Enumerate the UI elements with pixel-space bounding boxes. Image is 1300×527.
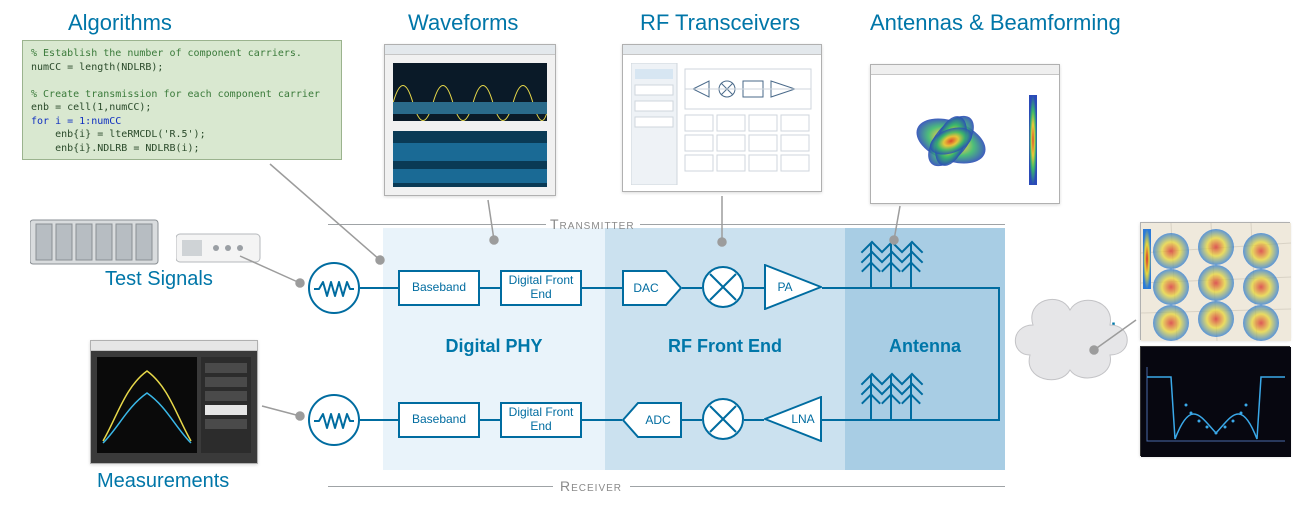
- wire: [360, 419, 398, 421]
- cloud-icon: [1005, 270, 1135, 400]
- mixer-tx-x: [702, 266, 744, 308]
- block-rx-adc: ADC: [622, 402, 682, 443]
- antenna-rx-1: [870, 376, 872, 420]
- block-rx-lna: LNA: [764, 396, 822, 447]
- thumb-hw-chassis: [30, 212, 164, 273]
- code-line: enb = cell(1,numCC);: [31, 102, 151, 113]
- label-receiver: Receiver: [560, 478, 622, 494]
- code-line: % Establish the number of component carr…: [31, 48, 302, 59]
- label-antenna: Antenna: [845, 336, 1005, 357]
- thumb-antenna-pattern: [870, 64, 1060, 204]
- heading-algorithms: Algorithms: [68, 10, 172, 36]
- wire: [870, 287, 1000, 289]
- thumb-waveforms: [384, 44, 556, 196]
- code-line: enb{i}.NDLRB = NDLRB(i);: [31, 143, 200, 154]
- block-tx-pa: PA: [764, 264, 822, 315]
- rule-tx-right: [640, 224, 1005, 225]
- thumb-channel-spectrum: [1140, 346, 1290, 456]
- wire: [822, 419, 870, 421]
- spring-icon-tx: [313, 280, 355, 298]
- label-tx-dac: DAC: [622, 270, 670, 306]
- heading-waveforms: Waveforms: [408, 10, 518, 36]
- heading-measurements: Measurements: [97, 470, 229, 493]
- block-rx-baseband: Baseband: [398, 402, 480, 438]
- wire: [682, 419, 702, 421]
- antenna-tx-2: [890, 244, 892, 288]
- wire: [682, 287, 702, 289]
- wire: [582, 287, 622, 289]
- mixer-rx-x: [702, 398, 744, 440]
- antenna-rx-2: [890, 376, 892, 420]
- antenna-tx-3: [910, 244, 912, 288]
- label-transmitter: Transmitter: [550, 216, 635, 232]
- block-tx-baseband: Baseband: [398, 270, 480, 306]
- thumb-hw-box: [176, 232, 262, 271]
- wire: [360, 287, 398, 289]
- wire: [822, 287, 870, 289]
- label-rf-front-end: RF Front End: [605, 336, 845, 357]
- block-tx-dfe: Digital Front End: [500, 270, 582, 306]
- antenna-tx-1: [870, 244, 872, 288]
- wire: [744, 419, 764, 421]
- thumb-algorithms-code: % Establish the number of component carr…: [22, 40, 342, 160]
- label-rx-adc: ADC: [634, 402, 682, 438]
- thumb-channel-map: [1140, 222, 1290, 340]
- block-tx-dac: DAC: [622, 270, 682, 311]
- rule-tx-left: [328, 224, 546, 225]
- rule-rx-right: [630, 486, 1005, 487]
- thumb-measurements: [90, 340, 258, 464]
- label-tx-pa: PA: [770, 264, 800, 310]
- heading-rf: RF Transceivers: [640, 10, 800, 36]
- code-line: enb{i} = lteRMCDL('R.5');: [31, 129, 206, 140]
- wire: [870, 419, 1000, 421]
- antenna-rx-3: [910, 376, 912, 420]
- label-rx-lna: LNA: [786, 396, 820, 442]
- block-rx-dfe: Digital Front End: [500, 402, 582, 438]
- code-line: numCC = length(NDLRB);: [31, 62, 163, 73]
- rule-rx-left: [328, 486, 553, 487]
- code-line: for i = 1:numCC: [31, 116, 121, 127]
- wire: [480, 287, 500, 289]
- wire: [582, 419, 622, 421]
- wire-vert: [998, 287, 1000, 421]
- wire: [744, 287, 764, 289]
- wire: [480, 419, 500, 421]
- code-line: % Create transmission for each component…: [31, 89, 320, 100]
- thumb-rf-transceivers: [622, 44, 822, 192]
- spring-icon-rx: [313, 412, 355, 430]
- heading-antennas-bf: Antennas & Beamforming: [870, 10, 1121, 36]
- label-digital-phy: Digital PHY: [383, 336, 605, 357]
